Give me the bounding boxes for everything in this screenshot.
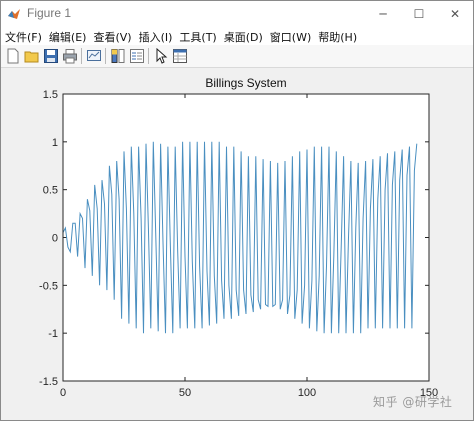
y-tick-label: 0: [52, 233, 58, 245]
minimize-button[interactable]: ─: [365, 1, 401, 27]
toolbar-separator: [81, 48, 82, 64]
y-tick-label: 1: [52, 137, 58, 149]
edit-plot-arrow-icon[interactable]: [153, 48, 169, 64]
x-tick-label: 100: [298, 387, 316, 399]
insert-colorbar-icon[interactable]: [110, 48, 126, 64]
link-plot-icon[interactable]: [86, 48, 102, 64]
line-chart[interactable]: Billings System 0 50 100 1501.510.50-0.5-1-…: [1, 68, 473, 420]
insert-legend-icon[interactable]: [129, 48, 145, 64]
minimize-icon: ─: [379, 7, 387, 21]
menu-bar: 文件(F) 编辑(E) 查看(V) 插入(I) 工具(T) 桌面(D) 窗口(W…: [1, 27, 473, 45]
print-icon[interactable]: [62, 48, 78, 64]
menu-edit[interactable]: 编辑(E): [45, 27, 90, 45]
toolbar-separator: [148, 48, 149, 64]
maximize-button[interactable]: ☐: [401, 1, 437, 27]
maximize-icon: ☐: [413, 7, 425, 21]
toolbar: [1, 45, 473, 68]
menu-window[interactable]: 窗口(W): [266, 27, 314, 45]
y-tick-label: 0.5: [43, 185, 58, 197]
y-tick-label: -1.5: [39, 376, 58, 388]
watermark: 知乎 @研学社: [373, 395, 453, 409]
menu-file[interactable]: 文件(F): [1, 27, 45, 45]
open-file-icon[interactable]: [24, 48, 40, 64]
figure-canvas: Billings System 0 50 100 150 1.5 1 0.5 0 -0.5 -1-…: [1, 68, 473, 420]
title-bar[interactable]: Figure 1 ─ ☐ ✕: [1, 1, 473, 27]
save-icon[interactable]: [43, 48, 59, 64]
x-tick-label: 0: [60, 387, 66, 399]
menu-view[interactable]: 查看(V): [89, 27, 134, 45]
toolbar-separator: [105, 48, 106, 64]
property-inspector-icon[interactable]: [172, 48, 188, 64]
y-tick-label: 1.5: [43, 89, 58, 101]
chart-title: Billings System: [205, 76, 286, 90]
window-title: Figure 1: [27, 6, 72, 20]
y-tick-label: -0.5: [39, 280, 58, 292]
figure-window: Figure 1 ─ ☐ ✕ 文件(F) 编辑(E) 查看(V) 插入(I) 工…: [0, 0, 474, 421]
y-tick-label: -1: [48, 328, 58, 340]
menu-desktop[interactable]: 桌面(D): [220, 27, 266, 45]
x-tick-label: 50: [179, 387, 191, 399]
new-figure-icon[interactable]: [5, 48, 21, 64]
menu-insert[interactable]: 插入(I): [135, 27, 176, 45]
close-icon: ✕: [449, 7, 461, 21]
close-button[interactable]: ✕: [437, 1, 473, 27]
menu-tools[interactable]: 工具(T): [175, 27, 219, 45]
menu-help[interactable]: 帮助(H): [314, 27, 360, 45]
matlab-icon: [8, 9, 20, 19]
